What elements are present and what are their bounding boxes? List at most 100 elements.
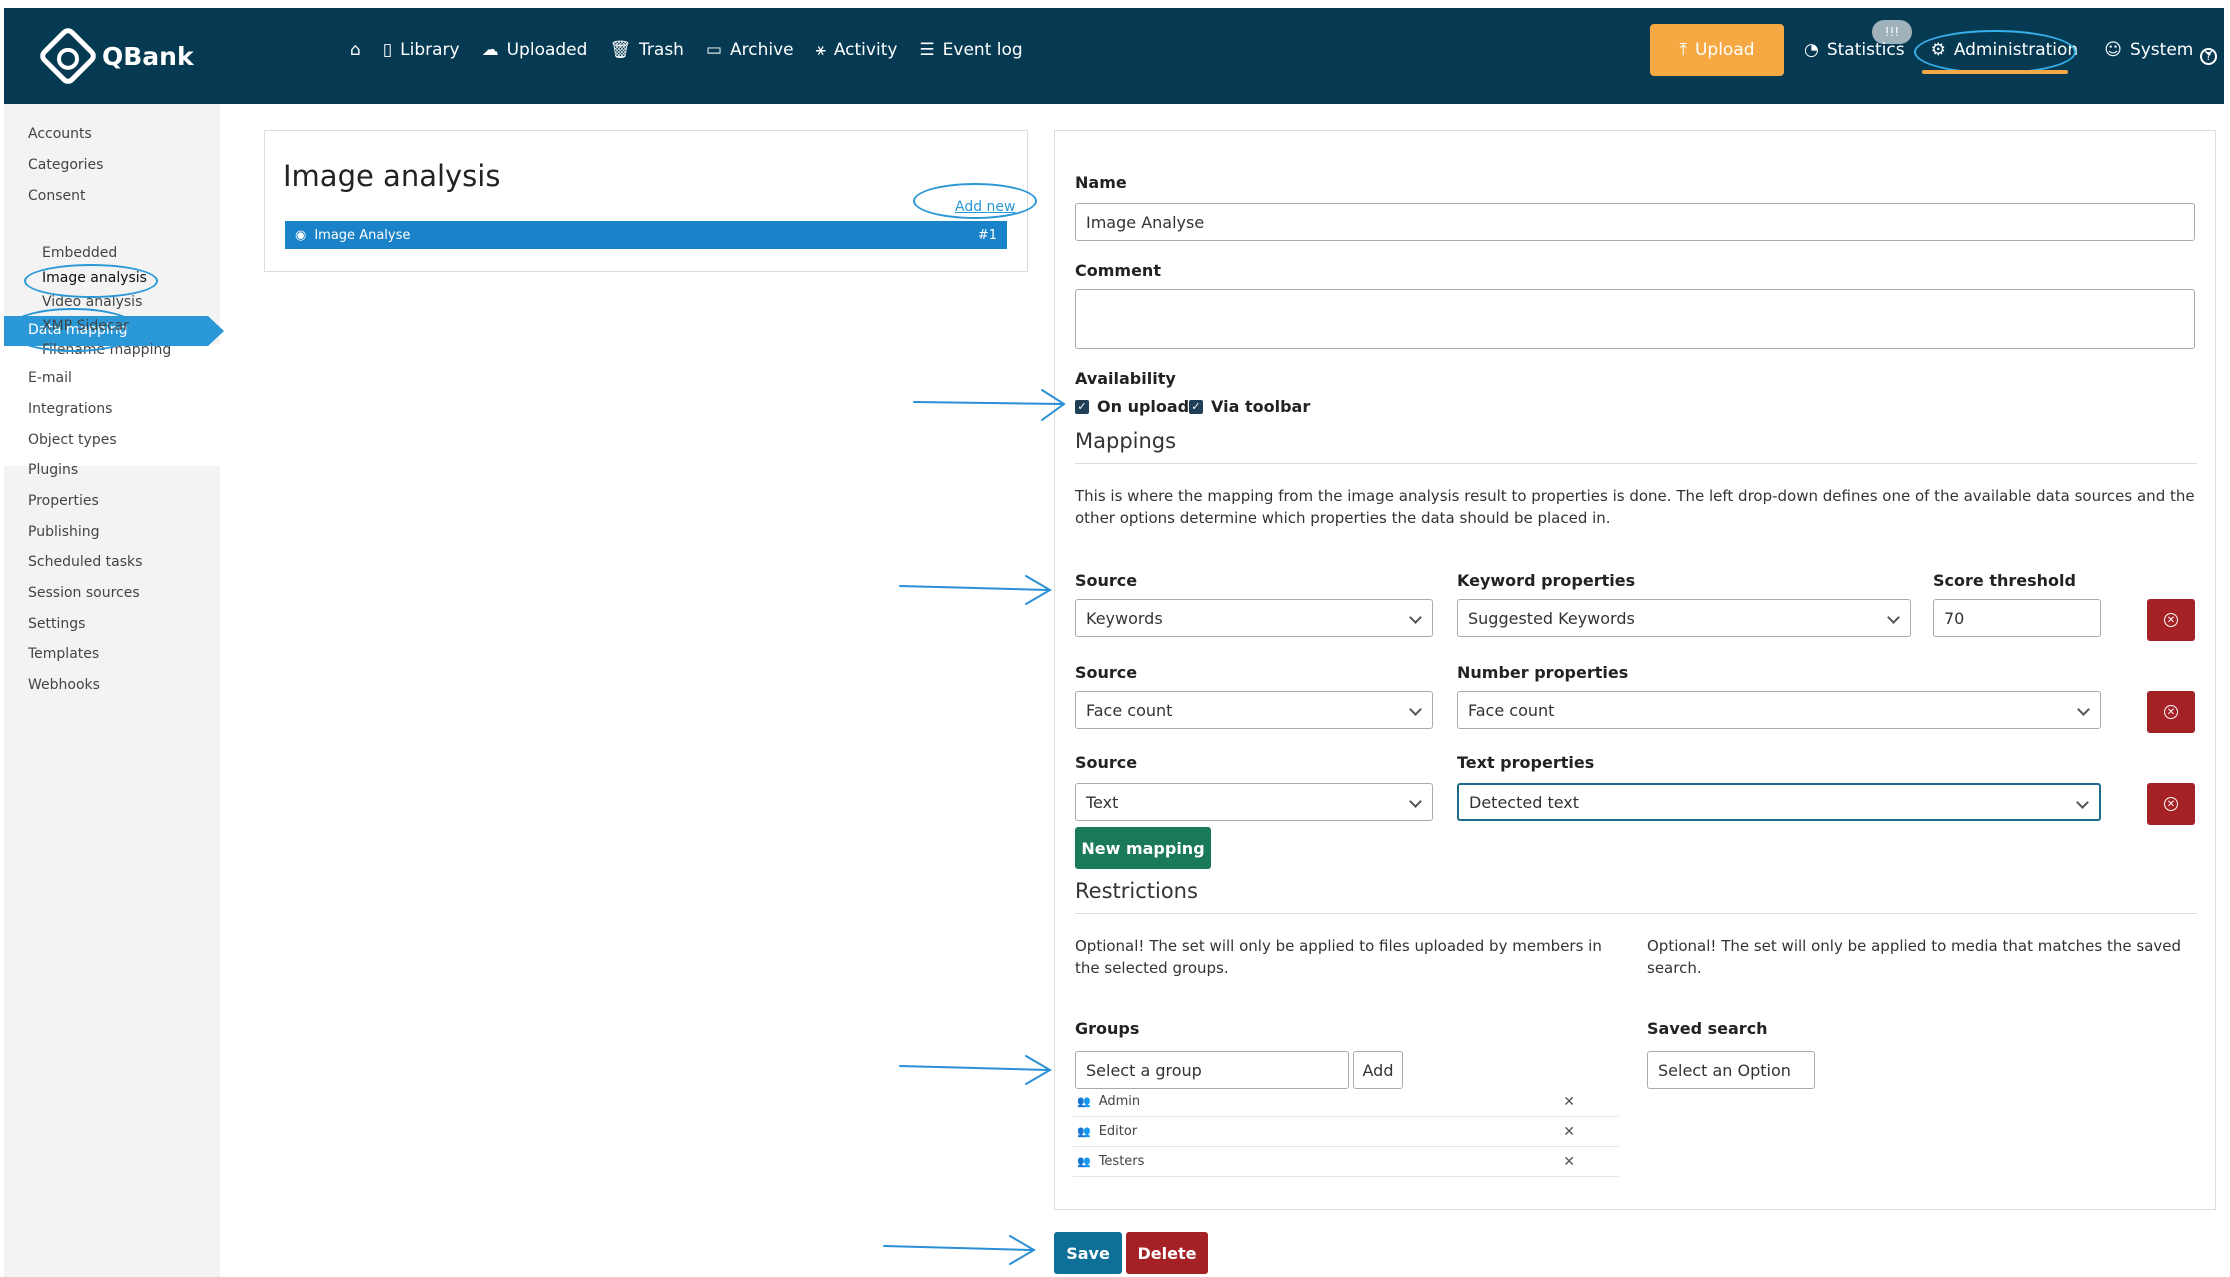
help-icon[interactable]: ? — [2200, 48, 2217, 65]
nav-library[interactable]: ▯ Library — [383, 40, 460, 60]
mapping-3-property-select[interactable]: Detected text — [1457, 783, 2101, 821]
qbank-logo-icon — [36, 24, 100, 88]
score-threshold-input[interactable]: 70 — [1933, 599, 2101, 637]
user-icon: ☺ — [2104, 40, 2122, 60]
chart-pie-icon: ◔ — [1804, 40, 1819, 60]
comment-textarea[interactable] — [1075, 289, 2195, 349]
qbank-logo[interactable]: QBank — [36, 24, 194, 88]
availability-label: Availability — [1075, 369, 1176, 388]
sidebar-item-webhooks[interactable]: Webhooks — [28, 677, 100, 693]
nav-trash[interactable]: 🗑 Trash — [609, 40, 684, 60]
nav-home[interactable]: ⌂ — [350, 40, 361, 60]
remove-group-icon[interactable]: ✕ — [1563, 1094, 1575, 1110]
nav-statistics-label: Statistics — [1826, 40, 1905, 60]
mapping-3-remove-button[interactable]: ✕ — [2147, 783, 2195, 825]
trash-icon: 🗑 — [609, 40, 632, 60]
on-upload-checkbox[interactable]: ✓ On upload — [1075, 397, 1189, 416]
mapping-2-source-label: Source — [1075, 663, 1138, 682]
mapping-3-source-select[interactable]: Text — [1075, 783, 1433, 821]
sidebar-item-properties[interactable]: Properties — [28, 493, 99, 509]
mappings-title: Mappings — [1075, 429, 1177, 453]
logo-text: QBank — [102, 41, 194, 71]
image-analysis-highlight — [24, 264, 158, 298]
groups-label: Groups — [1075, 1019, 1140, 1038]
mappings-description: This is where the mapping from the image… — [1075, 487, 2195, 527]
sidebar-sub-embedded[interactable]: Embedded — [42, 245, 117, 261]
sidebar-item-settings[interactable]: Settings — [28, 616, 85, 632]
sidebar-item-integrations[interactable]: Integrations — [28, 401, 112, 417]
home-icon: ⌂ — [350, 40, 361, 60]
mapping-1-source-select[interactable]: Keywords — [1075, 599, 1433, 637]
arrow-groups — [899, 1065, 1049, 1071]
checkbox-checked-icon: ✓ — [1075, 399, 1089, 414]
upload-button[interactable]: ⤒ Upload — [1650, 24, 1784, 76]
group-select[interactable]: Select a group — [1075, 1051, 1349, 1089]
add-new-highlight — [913, 183, 1037, 219]
sidebar-item-publishing[interactable]: Publishing — [28, 524, 100, 540]
upload-arrow-icon: ⤒ — [1679, 40, 1687, 60]
nav-event-log[interactable]: ☰ Event log — [919, 40, 1022, 60]
mapping-2-property-select[interactable]: Face count — [1457, 691, 2101, 729]
cloud-icon: ☁ — [481, 40, 499, 60]
nav-uploaded[interactable]: ☁ Uploaded — [482, 40, 588, 60]
nav-statistics[interactable]: ◔ Statistics — [1804, 40, 1905, 60]
group-name: Admin — [1098, 1094, 1141, 1109]
list-item[interactable]: ◉ Image Analyse #1 — [285, 221, 1007, 249]
sidebar-item-scheduled-tasks[interactable]: Scheduled tasks — [28, 554, 142, 570]
via-toolbar-label: Via toolbar — [1211, 397, 1311, 416]
saved-search-select[interactable]: Select an Option — [1647, 1051, 1815, 1089]
arrow-mappings-head — [1025, 575, 1052, 605]
checkbox-checked-icon: ✓ — [1189, 399, 1203, 414]
sidebar-item-templates[interactable]: Templates — [28, 646, 99, 662]
remove-group-icon[interactable]: ✕ — [1563, 1154, 1575, 1170]
mapping-2-source-select[interactable]: Face count — [1075, 691, 1433, 729]
restrict-search-description: Optional! The set will only be applied t… — [1647, 937, 2182, 977]
name-input[interactable]: Image Analyse — [1075, 203, 2195, 241]
list-item-id: #1 — [977, 227, 997, 243]
score-threshold-label: Score threshold — [1933, 571, 2076, 590]
new-mapping-button[interactable]: New mapping — [1075, 827, 1211, 869]
sidebar-item-email[interactable]: E-mail — [28, 370, 72, 386]
remove-circle-icon: ✕ — [2164, 705, 2178, 719]
list-item-label: Image Analyse — [314, 227, 411, 243]
sidebar-item-accounts[interactable]: Accounts — [28, 126, 92, 142]
add-group-button[interactable]: Add — [1353, 1051, 1403, 1089]
eye-icon: ◉ — [295, 227, 307, 243]
users-icon: 👥 — [1077, 1095, 1091, 1108]
nav-event-log-label: Event log — [942, 40, 1023, 60]
remove-group-icon[interactable]: ✕ — [1563, 1124, 1575, 1140]
sidebar-item-plugins[interactable]: Plugins — [28, 462, 78, 478]
nav-system-label: System — [2129, 40, 2194, 60]
restrictions-divider — [1075, 913, 2197, 914]
users-icon: 👥 — [1077, 1125, 1091, 1138]
sidebar-item-object-types[interactable]: Object types — [28, 432, 117, 448]
sidebar-item-session-sources[interactable]: Session sources — [28, 585, 140, 601]
mapping-1-property-select[interactable]: Suggested Keywords — [1457, 599, 1911, 637]
group-row-admin: 👥 Admin ✕ — [1073, 1087, 1619, 1117]
mapping-list-panel: Image analysis Add new ◉ Image Analyse #… — [264, 130, 1037, 272]
sidebar-item-consent[interactable]: Consent — [28, 188, 85, 204]
nav-system[interactable]: ☺ System ⌄ — [2104, 40, 2215, 60]
mapping-3-source-label: Source — [1075, 753, 1138, 772]
nav-uploaded-label: Uploaded — [506, 40, 588, 60]
mapping-3-property-label: Text properties — [1457, 753, 1595, 772]
via-toolbar-checkbox[interactable]: ✓ Via toolbar — [1189, 397, 1310, 416]
sidebar-item-categories[interactable]: Categories — [28, 157, 103, 173]
activity-icon: ⚹ — [815, 40, 826, 60]
book-icon: ▯ — [382, 40, 393, 60]
delete-button[interactable]: Delete — [1126, 1232, 1208, 1274]
nav-archive[interactable]: ▭ Archive — [706, 40, 794, 60]
group-row-editor: 👥 Editor ✕ — [1073, 1117, 1619, 1147]
mapping-1-remove-button[interactable]: ✕ — [2147, 599, 2195, 641]
administration-active-underline — [1922, 70, 2068, 74]
mapping-2-property-label: Number properties — [1457, 663, 1629, 682]
users-icon: 👥 — [1077, 1155, 1091, 1168]
nav-activity[interactable]: ⚹ Activity — [816, 40, 898, 60]
admin-sidebar: Data mapping Accounts Categories Consent… — [4, 104, 224, 1277]
data-mapping-highlight — [6, 308, 140, 352]
administration-highlight — [1914, 30, 2076, 74]
save-button[interactable]: Save — [1054, 1232, 1122, 1274]
nav-activity-label: Activity — [833, 40, 898, 60]
mapping-2-remove-button[interactable]: ✕ — [2147, 691, 2195, 733]
restrictions-title: Restrictions — [1075, 879, 1198, 903]
